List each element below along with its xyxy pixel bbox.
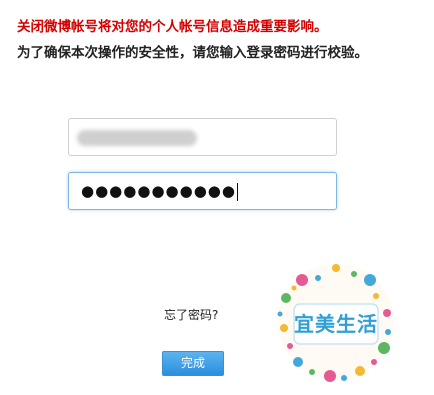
instruction-text: 为了确保本次操作的安全性，请您输入登录密码进行校验。 <box>17 45 368 61</box>
password-field[interactable]: ●●●●●●●●●●● <box>68 172 337 210</box>
text-cursor <box>236 182 238 201</box>
blurred-username <box>77 130 197 146</box>
password-dots: ●●●●●●●●●●● <box>81 182 238 201</box>
watermark-logo: 宜美生活 <box>272 258 400 386</box>
username-field[interactable] <box>68 118 337 156</box>
warning-text: 关闭微博帐号将对您的个人帐号信息造成重要影响。 <box>17 19 328 35</box>
done-button[interactable]: 完成 <box>162 351 224 376</box>
watermark-text: 宜美生活 <box>294 312 378 336</box>
forgot-password-link[interactable]: 忘了密码? <box>164 306 218 323</box>
